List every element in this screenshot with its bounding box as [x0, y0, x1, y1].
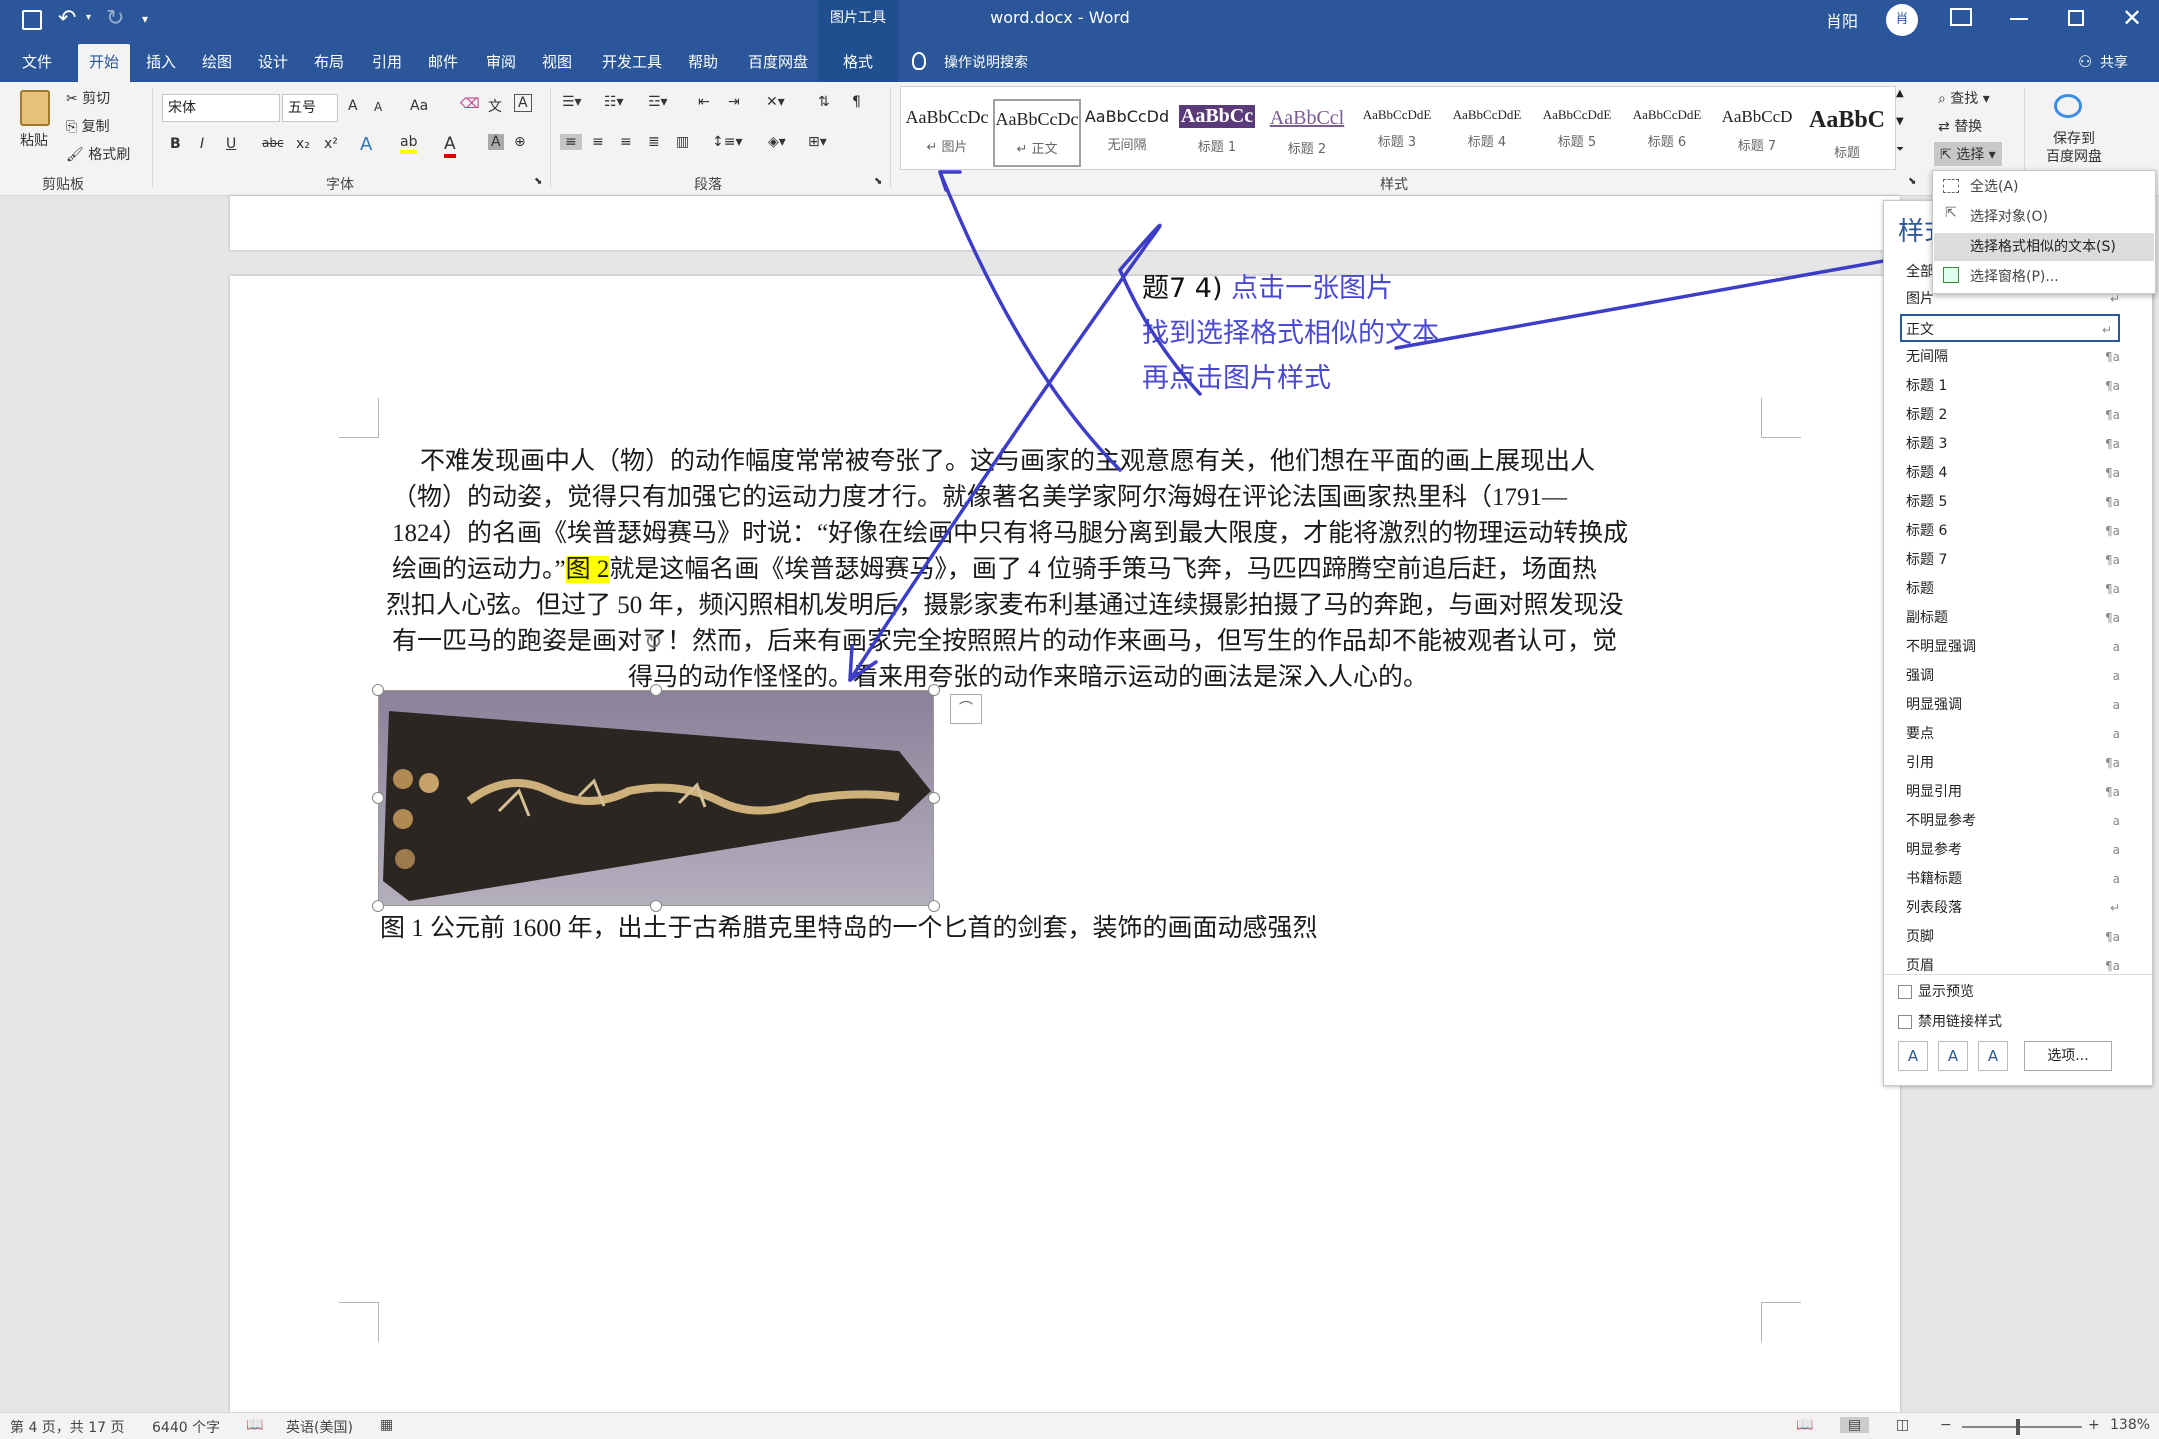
style-item-intense-quote[interactable]: 明显引用 ¶a [1906, 778, 2126, 806]
style-item-subtitle[interactable]: 副标题 ¶a [1906, 604, 2126, 632]
manage-styles-icon[interactable]: A [1978, 1041, 2008, 1071]
style-item-title[interactable]: 标题 ¶a [1906, 575, 2126, 603]
word-count[interactable]: 6440 个字 [152, 1417, 220, 1437]
style-item-heading-4[interactable]: 标题 4 ¶a [1906, 459, 2126, 487]
language[interactable]: 英语(美国) [286, 1417, 353, 1437]
read-mode-icon[interactable]: 📖 [1796, 1417, 1813, 1433]
style-options-button[interactable]: 选项... [2024, 1041, 2112, 1071]
annotation-arrows [848, 170, 1936, 682]
style-item-heading-5[interactable]: 标题 5 ¶a [1906, 488, 2126, 516]
zoom-slider[interactable] [1962, 1426, 2082, 1428]
styles-pane-clear-all[interactable]: 全部 [1906, 261, 1934, 281]
zoom-level[interactable]: 138% [2110, 1417, 2150, 1433]
style-item-emphasis[interactable]: 强调 a [1906, 662, 2126, 690]
status-bar: 第 4 页，共 17 页 6440 个字 📖 英语(美国) ▦ 📖 ▤ ◫ − … [0, 1412, 2159, 1439]
styles-pane: 样式 全部 图片 ↵ 正文 ↵ 无间隔 ¶a 标题 1 ¶a 标题 2 ¶a 标题 3 ¶a… [1883, 200, 2153, 1086]
zoom-out-icon[interactable]: − [1940, 1417, 1952, 1433]
print-layout-icon[interactable]: ▤ [1840, 1417, 1870, 1433]
style-inspector-icon[interactable]: A [1938, 1041, 1968, 1071]
web-layout-icon[interactable]: ◫ [1896, 1417, 1909, 1433]
style-item-heading-1[interactable]: 标题 1 ¶a [1906, 372, 2126, 400]
selection-pane-icon [1943, 267, 1959, 283]
style-item-subtle-reference[interactable]: 不明显参考 a [1906, 807, 2126, 835]
style-item-normal[interactable]: 正文 ↵ [1900, 314, 2120, 342]
style-item-no-spacing[interactable]: 无间隔 ¶a [1906, 343, 2126, 371]
select-all-icon [1943, 179, 1959, 193]
new-style-icon[interactable]: A [1898, 1041, 1928, 1071]
menu-select-objects[interactable]: 选择对象(O) [1934, 203, 2154, 231]
menu-selection-pane[interactable]: 选择窗格(P)... [1934, 263, 2154, 291]
style-item-list-paragraph[interactable]: 列表段落 ↵ [1906, 894, 2126, 922]
menu-select-all[interactable]: 全选(A) [1934, 173, 2154, 201]
select-dropdown-menu: 全选(A) 选择对象(O) 选择格式相似的文本(S) 选择窗格(P)... ⇱ [1932, 170, 2156, 294]
page-count[interactable]: 第 4 页，共 17 页 [10, 1417, 125, 1437]
style-item-heading-7[interactable]: 标题 7 ¶a [1906, 546, 2126, 574]
proofing-icon[interactable]: 📖 [246, 1417, 263, 1433]
style-item-book-title[interactable]: 书籍标题 a [1906, 865, 2126, 893]
style-item-intense-emphasis[interactable]: 明显强调 a [1906, 691, 2126, 719]
style-item-heading-3[interactable]: 标题 3 ¶a [1906, 430, 2126, 458]
style-item-intense-reference[interactable]: 明显参考 a [1906, 836, 2126, 864]
select-objects-icon: ⇱ [1945, 205, 1957, 221]
style-item-strong[interactable]: 要点 a [1906, 720, 2126, 748]
style-item-heading-6[interactable]: 标题 6 ¶a [1906, 517, 2126, 545]
style-item-header[interactable]: 页眉 ¶a [1906, 952, 2126, 972]
macro-record-icon[interactable]: ▦ [380, 1417, 393, 1433]
disable-linked-styles-checkbox[interactable]: 禁用链接样式 [1898, 1011, 2002, 1031]
show-preview-checkbox[interactable]: 显示预览 [1898, 981, 1974, 1001]
zoom-in-icon[interactable]: + [2088, 1417, 2100, 1433]
style-item-subtle-emphasis[interactable]: 不明显强调 a [1906, 633, 2126, 661]
style-item-quote[interactable]: 引用 ¶a [1906, 749, 2126, 777]
style-item-footer[interactable]: 页脚 ¶a [1906, 923, 2126, 951]
menu-select-similar-formatting[interactable]: 选择格式相似的文本(S) [1934, 233, 2154, 261]
style-item-heading-2[interactable]: 标题 2 ¶a [1906, 401, 2126, 429]
